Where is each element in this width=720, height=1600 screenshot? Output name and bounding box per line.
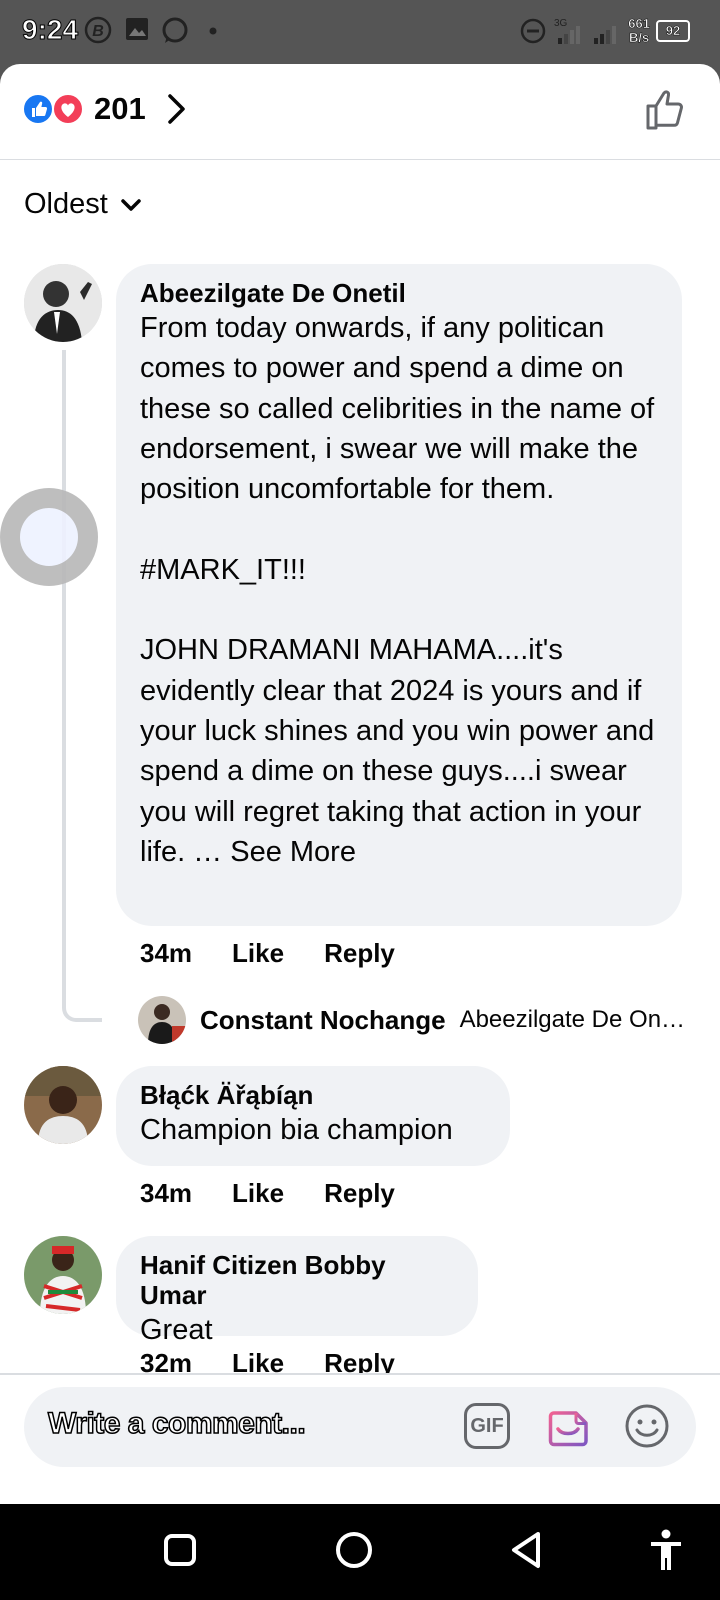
reply-snippet: Abeezilgate De On… [459, 1006, 686, 1033]
comment-text: Champion bia champion [140, 1114, 453, 1146]
reply-avatar[interactable] [138, 996, 186, 1044]
gif-button[interactable]: GIF [464, 1403, 510, 1449]
recent-apps-icon[interactable] [162, 1532, 198, 1568]
touch-indicator [0, 488, 98, 586]
comment-author[interactable]: Abeezilgate De Onetil [140, 278, 658, 308]
sticker-icon[interactable] [544, 1401, 594, 1451]
chevron-down-icon [121, 198, 141, 211]
reply-author: Constant Nochange [200, 1004, 446, 1035]
back-icon[interactable] [508, 1530, 546, 1570]
gallery-icon [126, 18, 148, 40]
reply-link[interactable]: Reply [324, 1178, 395, 1209]
svg-text:B: B [92, 23, 104, 40]
comment-bubble[interactable]: Hanif Citizen Bobby Umar Great [116, 1236, 478, 1346]
comment-item: Hanif Citizen Bobby Umar Great 32m Like … [0, 1236, 720, 1378]
comment-item: Błąćk Äřąbíąn Champion bia champion 34m … [0, 1066, 720, 1226]
comment-author[interactable]: Błąćk Äřąbíąn [140, 1080, 486, 1110]
avatar[interactable] [24, 1066, 102, 1144]
svg-text:3G: 3G [554, 18, 568, 29]
reaction-count: 201 [94, 91, 146, 126]
net-speed: 661 B/s [628, 16, 650, 45]
avatar[interactable] [24, 1236, 102, 1314]
comment-input-placeholder: Write a comment... [47, 1406, 306, 1441]
more-notifications-dot-icon [209, 27, 217, 35]
accessibility-icon[interactable] [648, 1528, 684, 1572]
battery-indicator: 92 [656, 20, 690, 42]
status-time: 9:24 [21, 14, 79, 46]
comment-text: Great [140, 1314, 213, 1346]
comment-item: Abeezilgate De Onetil From today onwards… [0, 264, 720, 1064]
comment-actions: 34m Like Reply [140, 1178, 395, 1209]
comment-composer-bar: Write a comment... GIF [0, 1373, 720, 1504]
like-thumb-icon[interactable] [644, 88, 688, 132]
chevron-right-icon[interactable] [166, 92, 188, 126]
love-reaction-icon [52, 93, 84, 125]
sort-dropdown[interactable]: Oldest [24, 188, 142, 221]
comment-input[interactable]: Write a comment... GIF [24, 1387, 696, 1467]
like-link[interactable]: Like [232, 1178, 284, 1209]
emoji-icon[interactable] [622, 1401, 672, 1451]
dnd-icon [521, 18, 546, 44]
signal-3g-icon: 3G [554, 18, 581, 44]
comment-time: 34m [140, 1178, 193, 1208]
status-right: 3G 661 B/s 92 [520, 14, 690, 48]
like-reaction-icon [22, 93, 54, 125]
b-app-icon: B [84, 16, 112, 44]
like-link[interactable]: Like [232, 938, 284, 969]
system-navigation-bar [0, 1504, 720, 1600]
comments-sheet: 201 Oldest Abeezilgate De Onetil From to… [0, 64, 720, 1504]
comment-author[interactable]: Hanif Citizen Bobby Umar [140, 1250, 454, 1310]
reply-preview[interactable]: Constant Nochange Abeezilgate De On… [138, 996, 685, 1044]
reply-link[interactable]: Reply [324, 938, 395, 969]
sort-label: Oldest [24, 188, 108, 220]
comment-time: 34m [140, 938, 193, 968]
home-icon[interactable] [334, 1530, 374, 1570]
reactions-bar[interactable]: 201 [0, 64, 720, 160]
signal-icon [594, 26, 617, 44]
comment-text: From today onwards, if any politican com… [140, 312, 655, 868]
comment-bubble[interactable]: Błąćk Äřąbíąn Champion bia champion [116, 1066, 510, 1166]
avatar[interactable] [24, 264, 102, 342]
thread-line [62, 350, 102, 1022]
comment-actions: 34m Like Reply [140, 938, 395, 969]
whatsapp-icon [162, 17, 188, 43]
comment-bubble[interactable]: Abeezilgate De Onetil From today onwards… [116, 264, 682, 926]
status-bar: 9:24 B 3G 661 B/s 92 [0, 0, 720, 64]
